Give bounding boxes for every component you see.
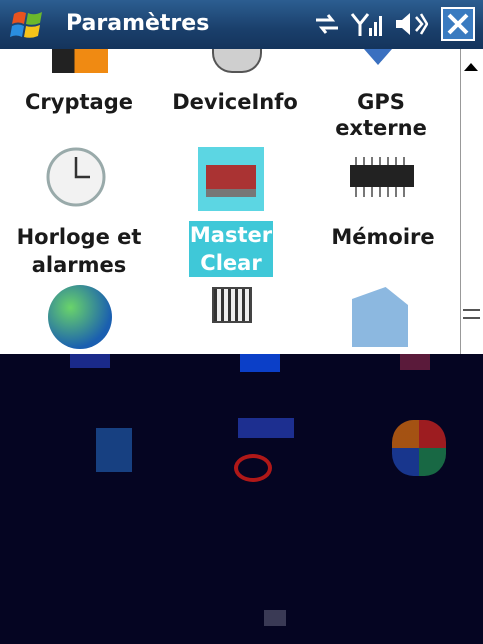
corrupted-display-area [0,354,483,644]
keypad-icon [212,287,252,323]
windows-start-icon[interactable] [10,8,46,42]
encryption-icon [52,49,108,73]
item-memoire[interactable]: Mémoire [308,223,458,251]
title-bar: Paramètres [0,0,483,49]
memory-chip-icon [350,157,414,197]
item-horloge-alarmes[interactable]: Horloge et alarmes [4,223,154,279]
item-label: alarmes [31,253,127,277]
corrupted-icon-row [70,354,450,378]
corrupted-icon [234,454,272,482]
signal-strength-icon [350,13,382,36]
close-button[interactable] [441,7,475,41]
item-cryptage[interactable]: Cryptage [4,88,154,116]
item-label: Mémoire [331,225,435,249]
volume-icon[interactable] [392,10,428,38]
warning-icon [352,287,408,347]
scrollbar[interactable] [460,49,483,354]
scroll-thumb[interactable] [463,309,480,319]
corrupted-icon [96,428,132,472]
clock-icon [46,147,106,207]
item-label: Cryptage [25,90,133,114]
item-label: DeviceInfo [172,90,298,114]
item-deviceinfo[interactable]: DeviceInfo [160,88,310,116]
globe-icon [48,285,112,349]
item-label: Master [189,221,273,249]
settings-grid: Cryptage DeviceInfo GPS externe Horloge … [0,49,460,354]
close-icon [447,13,469,35]
scroll-up-icon[interactable] [464,63,478,71]
item-label: GPS externe [335,90,427,140]
device-info-icon [212,49,262,73]
master-clear-icon [198,147,264,211]
item-master-clear[interactable]: Master Clear [156,221,306,277]
connectivity-icon [316,14,338,34]
corrupted-icon [238,418,294,438]
item-label: Horloge et [16,225,142,249]
page-title: Paramètres [66,11,210,36]
corrupted-icon [264,610,286,626]
gps-icon [364,49,392,65]
corrupted-icon [392,420,446,476]
item-label: Clear [189,249,273,277]
item-gps-externe[interactable]: GPS externe [306,88,456,142]
